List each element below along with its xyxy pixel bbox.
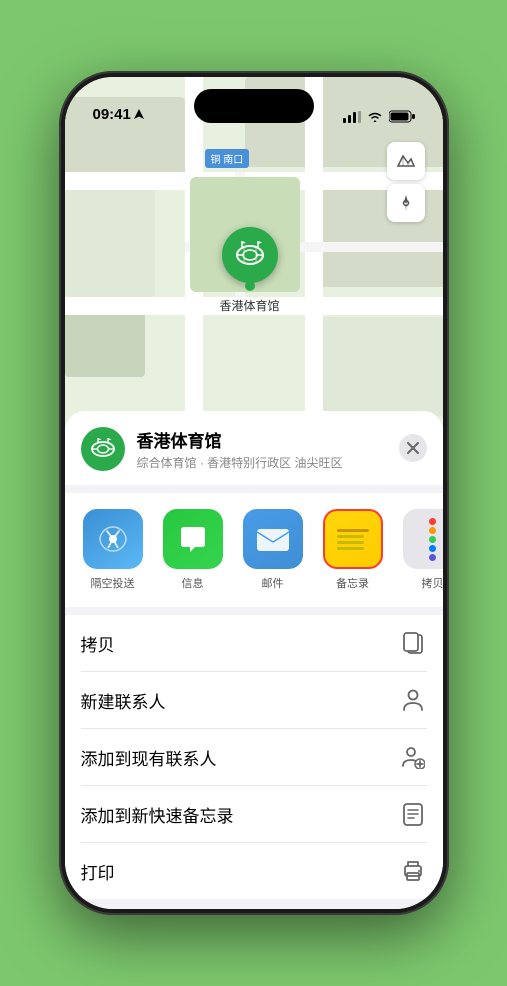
dot-blue <box>429 545 436 552</box>
dot-orange <box>429 527 436 534</box>
station-label: 铜 南口 <box>205 149 250 168</box>
stadium-pin[interactable]: 香港体育馆 <box>220 227 280 314</box>
mail-icon-wrap <box>243 509 303 569</box>
close-button[interactable] <box>399 434 427 462</box>
messages-icon-wrap <box>163 509 223 569</box>
new-contact-label: 新建联系人 <box>81 688 166 713</box>
action-rows: 拷贝 新建联系人 <box>65 615 443 899</box>
printer-svg <box>401 860 425 882</box>
add-existing-label: 添加到现有联系人 <box>81 745 217 770</box>
map-type-icon <box>396 151 416 171</box>
share-item-messages[interactable]: 信息 <box>161 509 225 591</box>
status-icons <box>343 110 415 123</box>
person-add-icon <box>399 743 427 771</box>
add-notes-label: 添加到新快速备忘录 <box>81 802 234 827</box>
battery-icon <box>389 110 415 123</box>
notes-label: 备忘录 <box>336 575 369 591</box>
notes-line-3 <box>337 541 364 544</box>
close-icon <box>407 442 419 454</box>
status-time: 09:41 <box>93 106 144 123</box>
mail-label: 邮件 <box>262 575 284 591</box>
person-svg <box>402 688 424 712</box>
venue-pin-label: 香港体育馆 <box>220 297 280 314</box>
action-add-existing[interactable]: 添加到现有联系人 <box>81 729 427 786</box>
copy-label: 拷贝 <box>81 631 115 656</box>
action-add-notes[interactable]: 添加到新快速备忘录 <box>81 786 427 843</box>
phone-frame: 09:41 <box>59 71 449 915</box>
venue-name: 香港体育馆 <box>137 427 427 452</box>
clock: 09:41 <box>93 106 131 123</box>
venue-icon-svg <box>90 438 116 460</box>
action-new-contact[interactable]: 新建联系人 <box>81 672 427 729</box>
copy-icon <box>399 629 427 657</box>
dot-purple <box>429 554 436 561</box>
notes-line-2 <box>337 535 364 538</box>
share-row: 隔空投送 信息 <box>65 493 443 607</box>
more-label: 拷贝 <box>422 575 443 591</box>
note-svg <box>402 802 424 826</box>
station-prefix: 铜 <box>211 155 221 166</box>
venue-subtitle: 综合体育馆 · 香港特别行政区 油尖旺区 <box>137 454 427 471</box>
venue-icon <box>81 427 125 471</box>
messages-icon <box>176 522 210 556</box>
action-print[interactable]: 打印 <box>81 843 427 899</box>
venue-info: 香港体育馆 综合体育馆 · 香港特别行政区 油尖旺区 <box>137 427 427 471</box>
map-block-light <box>65 177 155 297</box>
location-arrow-icon <box>134 109 144 121</box>
notes-line-4 <box>337 547 364 550</box>
person-icon <box>399 686 427 714</box>
dot-red <box>429 518 436 525</box>
bottom-sheet: 香港体育馆 综合体育馆 · 香港特别行政区 油尖旺区 <box>65 411 443 909</box>
location-button[interactable] <box>387 184 425 222</box>
signal-icon <box>343 111 361 123</box>
more-dots-container <box>429 518 436 561</box>
share-item-notes[interactable]: 备忘录 <box>321 509 385 591</box>
print-label: 打印 <box>81 859 115 884</box>
action-copy[interactable]: 拷贝 <box>81 615 427 672</box>
share-item-mail[interactable]: 邮件 <box>241 509 305 591</box>
notes-lines <box>337 529 369 550</box>
map-controls <box>387 142 425 226</box>
dynamic-island <box>194 89 314 123</box>
station-name: 南口 <box>223 155 243 166</box>
copy-svg <box>402 631 424 655</box>
airdrop-icon-wrap <box>83 509 143 569</box>
wifi-icon <box>367 111 383 123</box>
airdrop-label: 隔空投送 <box>91 575 135 591</box>
pin-circle <box>222 227 278 283</box>
map-type-button[interactable] <box>387 142 425 180</box>
map-block-light <box>315 317 443 417</box>
share-item-airdrop[interactable]: 隔空投送 <box>81 509 145 591</box>
notes-line-1 <box>337 529 369 532</box>
printer-icon <box>399 857 427 885</box>
airdrop-icon <box>96 522 130 556</box>
phone-screen: 09:41 <box>65 77 443 909</box>
share-item-more[interactable]: 拷贝 <box>401 509 443 591</box>
mail-icon <box>255 524 291 554</box>
messages-label: 信息 <box>182 575 204 591</box>
person-add-svg <box>401 745 425 769</box>
more-icon-wrap <box>403 509 443 569</box>
dot-green <box>429 536 436 543</box>
compass-icon <box>397 194 415 212</box>
notes-icon-wrap <box>323 509 383 569</box>
stadium-icon <box>234 241 266 269</box>
sheet-header: 香港体育馆 综合体育馆 · 香港特别行政区 油尖旺区 <box>65 411 443 485</box>
note-icon <box>399 800 427 828</box>
